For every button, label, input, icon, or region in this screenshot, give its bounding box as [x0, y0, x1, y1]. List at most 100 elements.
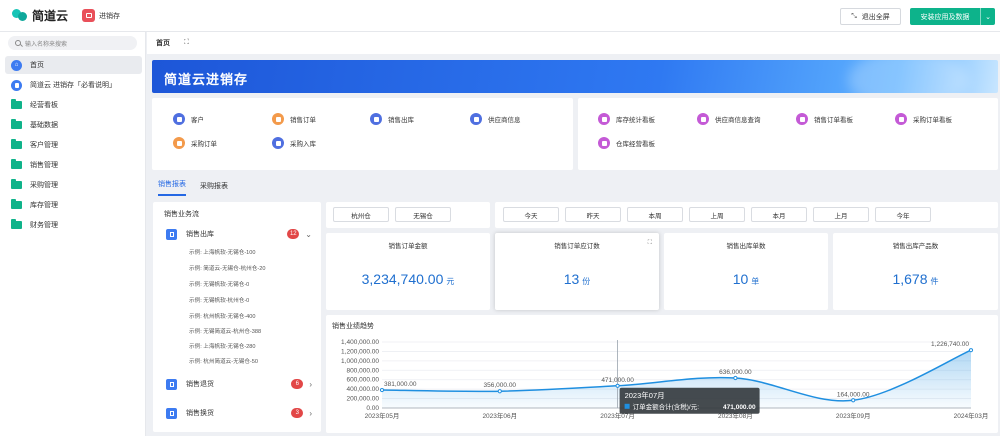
exit-fullscreen-button[interactable]: ⤡ 退出全屏 [840, 8, 901, 25]
sidebar-item-finance[interactable]: 财务管理 [5, 216, 142, 234]
document-icon [166, 378, 177, 390]
app-icon [82, 9, 96, 22]
tooltip-label: 订单金额合计(含税)/元: [633, 402, 700, 411]
data-label: 356,000.00 [484, 382, 517, 389]
flow-group-label: 销售出库 [186, 231, 214, 238]
shortcut-inventory-dashboard[interactable]: 库存统计看板 [598, 113, 655, 125]
shortcut-sales-order[interactable]: 销售订单 [272, 113, 316, 125]
brand-logo[interactable]: 简道云 [12, 7, 68, 24]
breadcrumb: 首页 ⛶ [147, 32, 1000, 54]
shortcut-purchase-inbound[interactable]: 采购入库 [272, 137, 316, 149]
shortcut-purchase-order[interactable]: 采购订单 [173, 137, 217, 149]
filter-period-this-month[interactable]: 本月 [751, 207, 807, 222]
filter-period-last-week[interactable]: 上周 [689, 207, 745, 222]
shortcut-customer[interactable]: 客户 [173, 113, 204, 125]
y-tick-label: 1,000,000.00 [341, 358, 379, 365]
shortcut-label: 销售出库 [388, 117, 414, 124]
flow-list-item[interactable]: 示例: 简道云-无锡仓-杭州仓-20 [189, 264, 265, 272]
sidebar-item-label: 基础数据 [30, 122, 58, 129]
count-badge: 12 [287, 229, 300, 239]
data-label: 636,000.00 [719, 369, 752, 376]
y-tick-label: 400,000.00 [346, 386, 379, 393]
kpi-sales-outbound-products[interactable]: 销售出库产品数 1,678 件 [833, 233, 998, 310]
filter-period-last-month[interactable]: 上月 [813, 207, 869, 222]
flow-list-item[interactable]: 示例: 上海帆软-无锡仓-100 [189, 248, 256, 256]
kpi-sales-outbound-count[interactable]: 销售出库单数 10 单 [664, 233, 828, 310]
dashboard-icon [895, 113, 907, 125]
fullscreen-icon[interactable]: ⛶ [184, 39, 189, 47]
kpi-value: 3,234,740.00 元 [361, 271, 455, 287]
y-tick-label: 1,200,000.00 [341, 348, 379, 355]
tab-sales-report[interactable]: 销售报表 [158, 179, 186, 196]
shortcut-label: 仓库经营看板 [616, 141, 655, 148]
flow-list-item[interactable]: 示例: 上海帆软-无锡仓-280 [189, 342, 256, 350]
filter-warehouse-hangzhou[interactable]: 杭州仓 [333, 207, 389, 222]
folder-icon [11, 179, 22, 189]
document-icon [166, 228, 177, 240]
flow-group-sales-exchange[interactable]: 销售换货 3 › [166, 406, 312, 420]
search-input[interactable]: 输入名称来搜索 [8, 36, 137, 50]
kpi-title: 销售订单金额 [388, 243, 428, 250]
folder-icon [11, 199, 22, 209]
filter-period-this-week[interactable]: 本周 [627, 207, 683, 222]
y-tick-label: 1,400,000.00 [341, 339, 379, 346]
filter-period-this-year[interactable]: 今年 [875, 207, 931, 222]
filter-period-yesterday[interactable]: 昨天 [565, 207, 621, 222]
sales-trend-chart[interactable]: 0.00 200,000.00 400,000.00 600,000.00 800,00… [326, 330, 998, 436]
chevron-right-icon[interactable]: › [309, 380, 312, 389]
sidebar-item-inventory[interactable]: 库存管理 [5, 196, 142, 214]
folder-icon [11, 119, 22, 129]
chevron-right-icon[interactable]: › [309, 409, 312, 418]
shortcut-sales-dashboard[interactable]: 销售订单看板 [796, 113, 853, 125]
sidebar-item-home[interactable]: ⌂ 首页 [5, 56, 142, 74]
shortcut-label: 销售订单 [290, 117, 316, 124]
header-banner: 简道云进销存 [152, 60, 998, 93]
kpi-value: 13 份 [563, 271, 591, 287]
tab-purchase-report[interactable]: 采购报表 [200, 181, 228, 196]
sidebar-item-label: 简道云 进销存「必看说明」 [30, 82, 116, 89]
flow-list-item[interactable]: 示例: 无锡帆软-杭州仓-0 [189, 296, 249, 304]
expand-icon[interactable]: ⛶ [648, 240, 652, 247]
flow-group-sales-outbound[interactable]: 销售出库 12 ⌄ [166, 227, 312, 241]
shortcut-warehouse-dashboard[interactable]: 仓库经营看板 [598, 137, 655, 149]
install-app-button[interactable]: 安装应用及数据 ⌄ [910, 8, 995, 25]
shortcut-supplier-query[interactable]: 供应商信息查询 [697, 113, 761, 125]
sidebar-item-customers[interactable]: 客户管理 [5, 136, 142, 154]
chevron-down-icon[interactable]: ⌄ [980, 8, 995, 25]
filter-warehouse-wuxi[interactable]: 无锡仓 [395, 207, 451, 222]
kpi-title: 销售出库单数 [726, 243, 766, 250]
shortcut-label: 客户 [191, 117, 204, 124]
sidebar-item-purchasing[interactable]: 采购管理 [5, 176, 142, 194]
sidebar-item-dashboard[interactable]: 经营看板 [5, 96, 142, 114]
folder-icon [11, 159, 22, 169]
flow-list-item[interactable]: 示例: 无锡简道云-杭州仓-388 [189, 327, 261, 335]
chevron-down-icon[interactable]: ⌄ [305, 230, 312, 239]
flow-list-item[interactable]: 示例: 杭州帆软-无锡仓-400 [189, 312, 256, 320]
data-point [379, 387, 385, 393]
dashboard-icon [697, 113, 709, 125]
shortcut-sales-outbound[interactable]: 销售出库 [370, 113, 414, 125]
flow-list-item[interactable]: 示例: 无锡帆软-无锡仓-0 [189, 280, 249, 288]
data-point [497, 389, 502, 394]
data-point [968, 348, 974, 353]
sidebar-item-basic-data[interactable]: 基础数据 [5, 116, 142, 134]
flow-group-sales-return[interactable]: 销售退货 6 › [166, 377, 312, 391]
kpi-sales-order-amount[interactable]: 销售订单金额 3,234,740.00 元 [326, 233, 490, 310]
customer-icon [173, 113, 185, 125]
app-name[interactable]: 进销存 [99, 11, 120, 21]
sidebar-item-guide[interactable]: 简道云 进销存「必看说明」 [5, 76, 142, 94]
shortcut-purchase-dashboard[interactable]: 采购订单看板 [895, 113, 952, 125]
shortcut-label: 销售订单看板 [814, 117, 853, 124]
breadcrumb-home[interactable]: 首页 [156, 38, 170, 48]
dashboard-icon [598, 137, 610, 149]
filter-period-today[interactable]: 今天 [503, 207, 559, 222]
data-label: 381,000.00 [384, 381, 417, 388]
flow-list-item[interactable]: 示例: 杭州简道云-无锡仓-50 [189, 357, 258, 365]
install-app-label: 安装应用及数据 [920, 13, 970, 21]
y-tick-label: 200,000.00 [346, 396, 379, 403]
sidebar-item-sales[interactable]: 销售管理 [5, 156, 142, 174]
dashboard-icon [796, 113, 808, 125]
kpi-sales-order-count[interactable]: 销售订单应订数 ⛶ 13 份 [495, 233, 659, 310]
kpi-value: 1,678 件 [892, 271, 939, 287]
shortcut-supplier-info[interactable]: 供应商信息 [470, 113, 521, 125]
